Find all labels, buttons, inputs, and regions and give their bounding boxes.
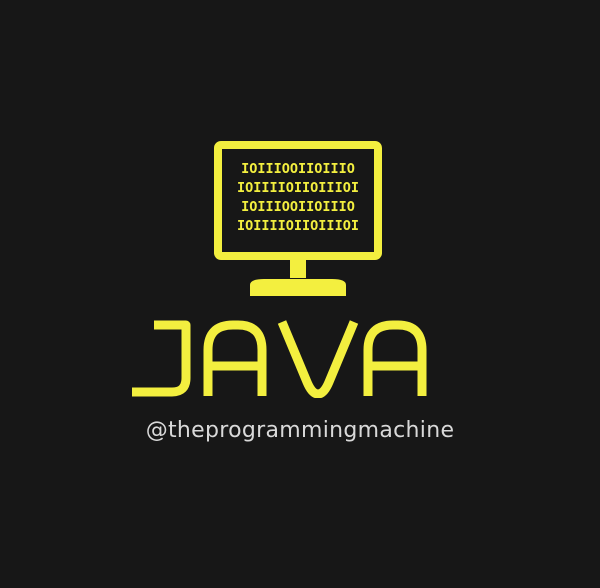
binary-line: IOIIIOOIIOIIIO [241, 161, 355, 177]
author-handle: @theprogrammingmachine [145, 418, 455, 443]
binary-line: IOIIIIOIIOIIIOI [237, 180, 359, 196]
binary-line: IOIIIOOIIOIIIO [241, 199, 355, 215]
java-wordmark [132, 320, 427, 398]
logo-canvas: IOIIIOOIIOIIIO IOIIIIOIIOIIIOI IOIIIOOII… [0, 0, 600, 588]
binary-screen: IOIIIOOIIOIIIO IOIIIIOIIOIIIOI IOIIIOOII… [230, 153, 366, 243]
binary-line: IOIIIIOIIOIIIOI [237, 218, 359, 234]
